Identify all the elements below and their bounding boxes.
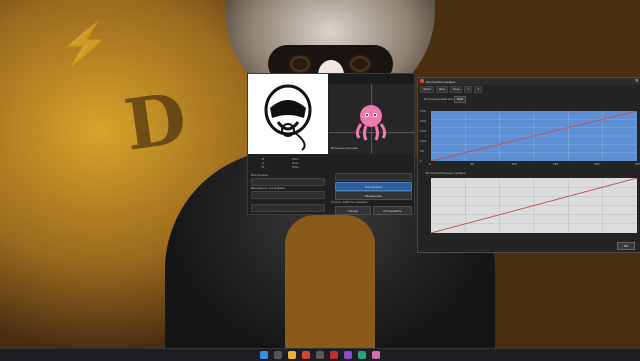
settings-field[interactable] (251, 178, 325, 186)
camera-app-icon[interactable] (372, 351, 380, 359)
x-tick-label: 0 (429, 162, 431, 166)
raccoon-eye (352, 58, 368, 70)
toolbar-menu: Файл Вид Вид 1 2 (420, 86, 483, 93)
x-tick-label: 200 (593, 162, 600, 166)
mode-field[interactable] (335, 173, 412, 181)
y-tick-label: 200 (420, 119, 426, 123)
app-icon (420, 79, 424, 83)
menu-item[interactable]: 2 (474, 86, 483, 93)
output-curve-svg (430, 177, 638, 234)
menu-item[interactable]: Вид (436, 86, 449, 93)
processed-preview (329, 84, 414, 154)
browser-icon[interactable] (302, 351, 310, 359)
x-tick-label: 50 (470, 162, 475, 166)
camera-status-label: Статус работы камеры (331, 200, 368, 204)
camera-app-window: Входные данные R G B Пик Ном Мин Настрой… (247, 73, 415, 215)
y-tick-label: 0 (420, 159, 422, 163)
preview-header (329, 74, 414, 84)
ok-button[interactable]: OK (617, 242, 635, 250)
device-field[interactable] (251, 204, 325, 212)
app-icon[interactable] (330, 351, 338, 359)
taskbar (0, 348, 640, 361)
raccoon-shirt (285, 215, 375, 360)
output-field[interactable] (251, 191, 325, 199)
menu-item[interactable]: Вид (450, 86, 463, 93)
terminal-icon[interactable] (358, 351, 366, 359)
wall-graffiti: D (119, 76, 192, 167)
y-tick-label: 50 (420, 149, 424, 153)
x-tick-label: 150 (552, 162, 559, 166)
section-output-label: Выходной интерфейс (251, 186, 286, 190)
output-curves-label: Исполнительные кривые (426, 171, 466, 175)
source-preview (248, 74, 328, 154)
x-tick-label: 250 (635, 162, 640, 166)
y-tick-label: 150 (420, 129, 426, 133)
channel-label: Мин (292, 165, 299, 169)
raccoon-eye (292, 58, 308, 70)
settings-icon[interactable] (316, 351, 324, 359)
x-tick-label: 100 (511, 162, 518, 166)
curve-plot-svg (430, 110, 638, 162)
input-label: Используемый вход (424, 97, 456, 101)
settings-button[interactable]: Настройки (335, 182, 412, 191)
helmet-image (264, 84, 312, 151)
curve-settings-window: Настройка кривых × Файл Вид Вид 1 2 Испо… (417, 77, 640, 253)
input-select[interactable]: RGB (454, 96, 466, 103)
folder-icon[interactable] (288, 351, 296, 359)
close-icon[interactable]: × (635, 78, 639, 85)
menu-item[interactable]: 1 (464, 86, 473, 93)
window-titlebar: Настройка кривых × (418, 78, 640, 85)
back-button[interactable]: Назад (335, 206, 371, 215)
menu-item[interactable]: Файл (420, 86, 435, 93)
y-tick-label: 100 (420, 139, 426, 143)
wall-graffiti: ⚡ (60, 20, 110, 67)
output-curve-plot[interactable] (430, 177, 638, 234)
media-icon[interactable] (344, 351, 352, 359)
section-input-label: Входные данные (331, 146, 358, 150)
channel-values: R G B Пик Ном Мин (252, 157, 322, 171)
channel-label: B (262, 165, 265, 169)
curve-plot[interactable] (430, 110, 638, 162)
stop-button[interactable]: Остановить (373, 206, 412, 215)
window-title: Настройка кривых (426, 79, 456, 84)
apply-button[interactable]: Применить (335, 191, 412, 200)
octopus-image (355, 105, 387, 141)
search-icon[interactable] (274, 351, 282, 359)
section-settings-label: Настройки (251, 173, 268, 177)
start-icon[interactable] (260, 351, 268, 359)
y-tick-label: 250 (420, 109, 426, 113)
